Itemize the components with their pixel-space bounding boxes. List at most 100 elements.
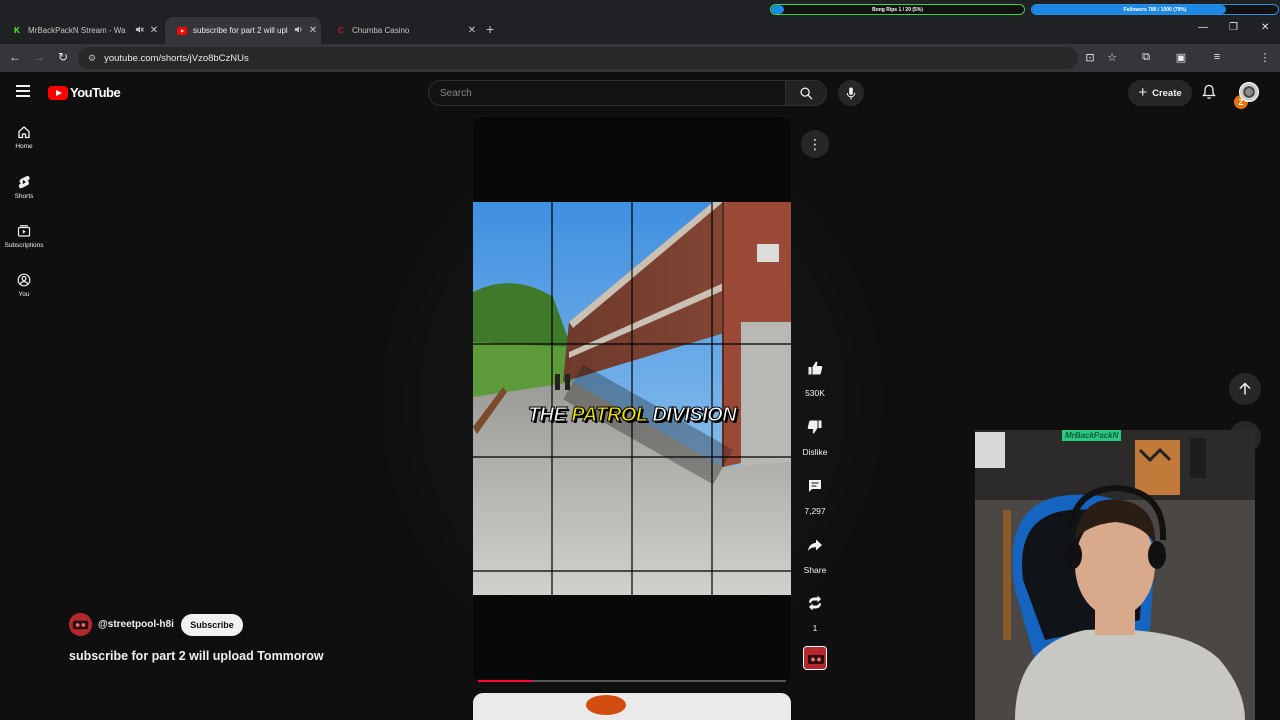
subscribe-button[interactable]: Subscribe: [181, 614, 243, 636]
next-short-preview[interactable]: [473, 693, 791, 720]
close-tab-icon[interactable]: ✕: [305, 25, 321, 36]
next-short-thumbnail: [586, 695, 626, 715]
remix-count: 1: [812, 623, 818, 633]
search-placeholder: Search: [440, 87, 472, 99]
comments-count: 7,297: [804, 506, 826, 516]
reload-icon[interactable]: ↻: [55, 50, 71, 64]
forward-icon[interactable]: →: [31, 50, 47, 64]
share-icon: [800, 530, 830, 560]
sidebar-item-label: Shorts: [14, 193, 34, 200]
extensions-icon[interactable]: ⧉: [1139, 51, 1153, 64]
account-avatar[interactable]: [1239, 82, 1259, 102]
streamer-name-label: MrBackPackN: [1062, 430, 1122, 441]
close-tab-icon[interactable]: ✕: [464, 25, 480, 36]
sidebar-item-label: Home: [15, 143, 33, 150]
channel-handle[interactable]: @streetpool-h8i: [98, 619, 174, 630]
tab-title: Chumba Casino: [352, 25, 410, 35]
menu-icon[interactable]: [16, 85, 30, 100]
webcam-feed-image: [975, 430, 1255, 720]
new-tab-button[interactable]: +: [486, 21, 494, 37]
chumba-icon: C: [338, 25, 344, 35]
create-button[interactable]: + Create: [1128, 80, 1192, 106]
tab-audio-icon[interactable]: [291, 25, 305, 36]
sidebar-item-you[interactable]: You: [0, 273, 48, 298]
dislike-label: Dislike: [802, 447, 828, 457]
sidebar-item-subscriptions[interactable]: Subscriptions: [0, 224, 48, 249]
browser-menu-icon[interactable]: ⋮: [1258, 51, 1272, 64]
dislike-icon: [800, 412, 830, 442]
channel-avatar[interactable]: [69, 613, 92, 636]
address-bar[interactable]: ⚙ youtube.com/shorts/jVzo8bCzNUs: [78, 47, 1078, 69]
short-title[interactable]: subscribe for part 2 will upload Tommoro…: [69, 649, 324, 663]
comments-button[interactable]: 7,297: [797, 471, 833, 516]
voice-search-button[interactable]: [838, 80, 864, 106]
sidebar-item-shorts[interactable]: Shorts: [0, 175, 48, 200]
notifications-bell-icon[interactable]: [1202, 84, 1216, 105]
comment-icon: [800, 471, 830, 501]
video-caption: THE PATROL DIVISION: [473, 404, 791, 427]
back-icon[interactable]: ←: [7, 50, 23, 64]
home-icon: [18, 126, 30, 139]
video-frame: [473, 202, 791, 595]
you-icon: [17, 273, 31, 287]
sidebar-item-label: You: [18, 291, 30, 298]
search-icon: [799, 86, 813, 100]
video-scene-image: [473, 202, 791, 595]
plus-icon: +: [1138, 83, 1148, 101]
browser-tab-bar: K MrBackPackN Stream - Wa ✕ subscribe fo…: [0, 0, 1280, 44]
minimize-window-icon[interactable]: —: [1198, 22, 1208, 33]
dislike-button[interactable]: Dislike: [797, 412, 833, 457]
tab-muted-icon[interactable]: [132, 25, 146, 36]
subscriptions-icon: [17, 225, 31, 237]
install-app-icon[interactable]: ⊡: [1083, 51, 1097, 64]
share-label: Share: [803, 565, 827, 575]
sidebar-item-home[interactable]: Home: [0, 125, 48, 150]
youtube-icon: [177, 26, 187, 36]
stream-goal-followers: Followers 786 / 1000 (79%): [1031, 4, 1279, 15]
remix-icon: [800, 588, 830, 618]
youtube-header: YouTube Search + Create: [0, 72, 1280, 114]
video-progress-fill: [478, 680, 534, 682]
caption-word: THE: [527, 404, 567, 427]
site-info-icon[interactable]: ⚙: [88, 53, 96, 64]
tab-chumba-casino[interactable]: C Chumba Casino ✕: [324, 18, 480, 42]
side-panel-icon[interactable]: ▣: [1174, 51, 1188, 64]
tab-title: MrBackPackN Stream - Wa: [28, 25, 126, 35]
video-progress-bar[interactable]: [478, 680, 786, 682]
goal-text: Bong Rips 1 / 20 (5%): [872, 6, 923, 13]
arrow-up-icon: [1239, 382, 1251, 395]
share-button[interactable]: Share: [797, 530, 833, 575]
media-controls-icon[interactable]: ≡: [1210, 51, 1224, 63]
kick-icon: K: [14, 25, 20, 35]
stream-goal-bong-rips: Bong Rips 1 / 20 (5%): [770, 4, 1025, 15]
youtube-logo[interactable]: YouTube: [48, 85, 121, 100]
sidebar-item-label: Subscriptions: [4, 242, 44, 249]
close-window-icon[interactable]: ✕: [1261, 22, 1269, 33]
tab-title: subscribe for part 2 will upl: [193, 26, 288, 35]
goal-text: Followers 786 / 1000 (79%): [1123, 6, 1187, 13]
like-button[interactable]: 530K: [797, 353, 833, 398]
search-input[interactable]: Search: [428, 80, 786, 106]
more-options-button[interactable]: ⋮: [801, 130, 829, 158]
youtube-logo-icon: [48, 85, 68, 100]
search-button[interactable]: [786, 80, 827, 106]
tab-youtube-short[interactable]: subscribe for part 2 will upl ✕: [165, 17, 321, 44]
browser-toolbar: ← → ↻ ⚙ youtube.com/shorts/jVzo8bCzNUs ⊡…: [0, 44, 1280, 109]
goal-fill: [771, 5, 784, 14]
like-count: 530K: [805, 388, 825, 398]
caption-word: DIVISION: [652, 404, 737, 427]
youtube-logo-text: YouTube: [70, 85, 121, 100]
remix-button[interactable]: 1: [797, 588, 833, 633]
shorts-video-player[interactable]: THE PATROL DIVISION: [473, 117, 791, 682]
bookmark-star-icon[interactable]: ☆: [1105, 51, 1119, 64]
tab-kick-stream[interactable]: K MrBackPackN Stream - Wa ✕: [0, 18, 162, 42]
caption-highlight-word: PATROL: [571, 404, 648, 427]
previous-short-button[interactable]: [1229, 373, 1261, 405]
streamer-webcam-overlay: [975, 430, 1255, 720]
channel-avatar-thumbnail[interactable]: [803, 646, 827, 670]
like-icon: [800, 353, 830, 383]
close-tab-icon[interactable]: ✕: [146, 25, 162, 36]
create-label: Create: [1152, 87, 1182, 99]
restore-window-icon[interactable]: ❐: [1229, 22, 1238, 33]
url-text: youtube.com/shorts/jVzo8bCzNUs: [104, 52, 249, 64]
